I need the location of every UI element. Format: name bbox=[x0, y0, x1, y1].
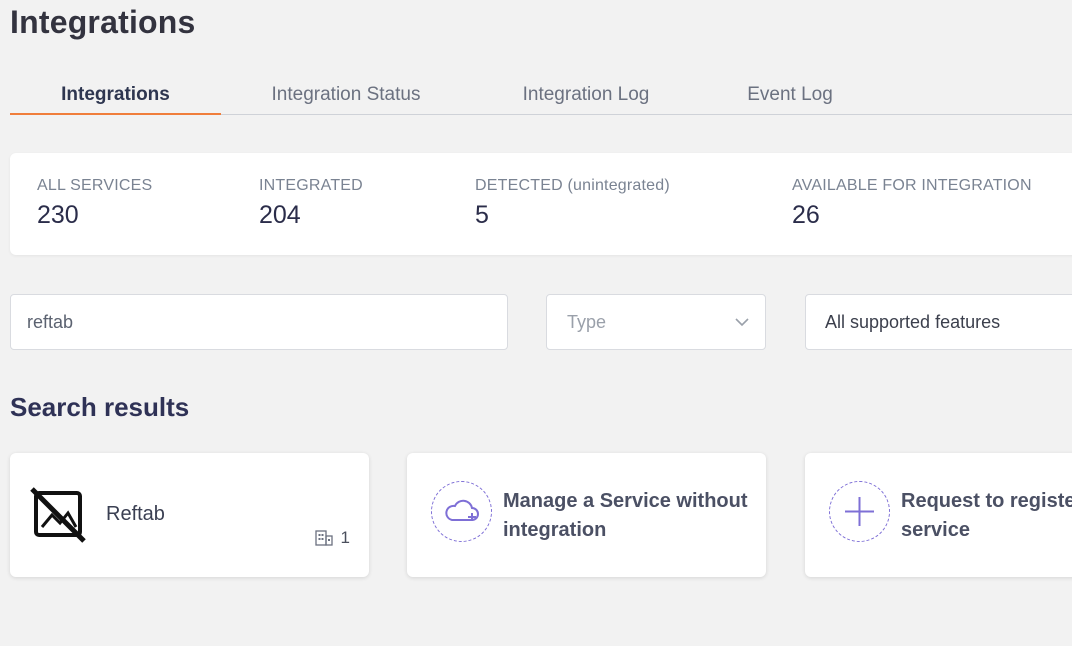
result-card-reftab[interactable]: Reftab 1 bbox=[10, 453, 369, 577]
search-results-title: Search results bbox=[10, 392, 190, 422]
stat-label: DETECTED (unintegrated) bbox=[475, 177, 670, 194]
tab-event-log[interactable]: Event Log bbox=[732, 80, 848, 115]
tab-bar: Integrations Integration Status Integrat… bbox=[10, 80, 1072, 115]
search-input[interactable]: reftab bbox=[10, 294, 508, 350]
type-select[interactable]: Type bbox=[546, 294, 766, 350]
features-select[interactable]: All supported features bbox=[805, 294, 1072, 350]
card-text-line-2: service bbox=[901, 519, 970, 541]
plus-icon bbox=[845, 497, 874, 526]
manage-service-card[interactable]: Manage a Service without integration bbox=[407, 453, 766, 577]
card-text-line-1: Request to register bbox=[901, 490, 1072, 512]
card-text-line-1: Manage a Service without bbox=[503, 490, 748, 512]
card-text: Request to register service bbox=[901, 487, 1072, 545]
stat-integrated: INTEGRATED 204 bbox=[259, 177, 363, 230]
no-image-icon bbox=[30, 487, 86, 543]
stat-value: 204 bbox=[259, 201, 301, 229]
stat-available: AVAILABLE FOR INTEGRATION 26 bbox=[792, 177, 1032, 230]
stat-label: ALL SERVICES bbox=[37, 177, 153, 194]
card-name: Reftab bbox=[106, 503, 165, 525]
card-text-line-2: integration bbox=[503, 519, 607, 541]
stat-value: 26 bbox=[792, 201, 820, 229]
stat-all-services: ALL SERVICES 230 bbox=[37, 177, 152, 230]
stats-panel: ALL SERVICES 230 INTEGRATED 204 DETECTED… bbox=[10, 153, 1072, 255]
tab-integration-status[interactable]: Integration Status bbox=[250, 80, 442, 115]
card-text: Manage a Service without integration bbox=[503, 487, 753, 545]
stat-detected: DETECTED (unintegrated) 5 bbox=[475, 177, 670, 230]
stat-value: 230 bbox=[37, 201, 79, 229]
stat-label: INTEGRATED bbox=[259, 177, 363, 194]
building-icon bbox=[314, 530, 333, 546]
instance-count: 1 bbox=[314, 528, 350, 548]
chevron-down-icon bbox=[735, 318, 749, 327]
tab-integrations[interactable]: Integrations bbox=[10, 80, 221, 115]
request-register-card[interactable]: Request to register service bbox=[805, 453, 1072, 577]
stat-label: AVAILABLE FOR INTEGRATION bbox=[792, 177, 1032, 194]
page-title: Integrations bbox=[10, 4, 196, 40]
plus-icon-frame bbox=[829, 481, 890, 542]
tab-integration-log[interactable]: Integration Log bbox=[500, 80, 672, 115]
stat-value: 5 bbox=[475, 201, 489, 229]
cloud-plus-icon bbox=[445, 499, 479, 521]
type-select-placeholder: Type bbox=[567, 312, 607, 332]
cloud-plus-icon-frame bbox=[431, 481, 492, 542]
count-value: 1 bbox=[340, 528, 350, 547]
